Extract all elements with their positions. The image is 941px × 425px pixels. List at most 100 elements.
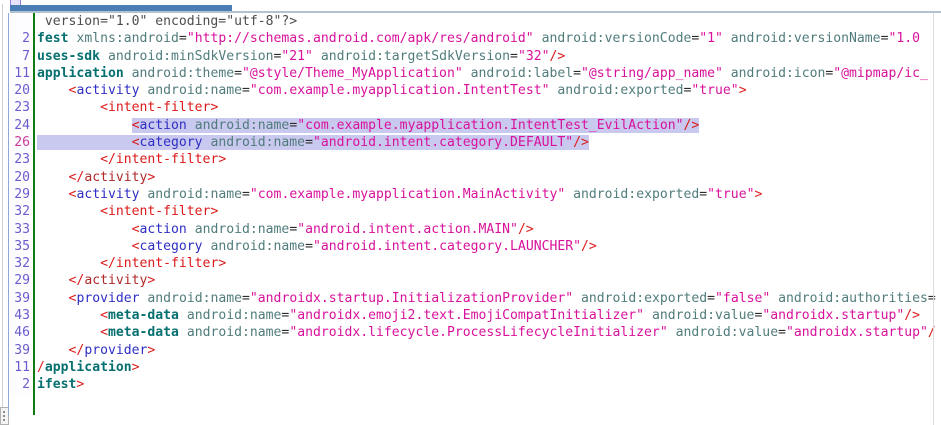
code-line[interactable]: ifest> <box>37 376 941 393</box>
token: "@string/app_name" <box>581 66 723 81</box>
token: /> <box>904 308 920 323</box>
token <box>37 222 132 237</box>
token: = <box>699 187 707 202</box>
line-number[interactable]: 43 <box>9 307 32 324</box>
token: activity <box>84 170 147 185</box>
token: android:value <box>676 325 778 340</box>
token: "androidx.startup" <box>786 325 928 340</box>
token: version="1.0" encoding="utf-8"?> <box>37 14 297 29</box>
token: = <box>707 291 715 306</box>
code-line[interactable]: <intent-filter> <box>37 203 941 220</box>
selected-token: android:name <box>195 118 290 133</box>
line-number[interactable]: 20 <box>9 82 32 99</box>
token: "androidx.lifecycle.ProcessLifecycleInit… <box>289 325 667 340</box>
token: "android.intent.category.LAUNCHER" <box>313 239 581 254</box>
line-number[interactable]: 32 <box>9 255 32 272</box>
line-number[interactable]: 2 <box>9 30 32 47</box>
token <box>37 273 69 288</box>
line-number[interactable]: 11 <box>9 359 32 376</box>
token: "1.0 <box>888 31 920 46</box>
token: application <box>37 66 124 81</box>
line-number[interactable]: 32 <box>9 203 32 220</box>
token: /> <box>518 222 534 237</box>
token: < <box>132 239 140 254</box>
gutter-line-numbers[interactable]: 271120232426232029323335322939434639112 <box>9 13 32 394</box>
code-line[interactable]: <intent-filter> <box>37 99 941 116</box>
code-area[interactable]: version="1.0" encoding="utf-8"?>fest xml… <box>37 13 941 425</box>
scrollbar-track[interactable] <box>933 13 934 425</box>
token <box>37 100 100 115</box>
line-number[interactable]: 23 <box>9 99 32 116</box>
token: = <box>242 291 250 306</box>
selected-token <box>187 118 195 133</box>
token: "true" <box>707 187 754 202</box>
code-line[interactable]: </activity> <box>37 169 941 186</box>
line-number[interactable]: 11 <box>9 65 32 82</box>
token: android:theme <box>132 66 234 81</box>
line-number[interactable]: 33 <box>9 221 32 238</box>
token: = <box>234 66 242 81</box>
code-line[interactable]: <activity android:name="com.example.myap… <box>37 82 941 99</box>
code-line[interactable]: <action android:name="android.intent.act… <box>37 221 941 238</box>
token: </ <box>69 343 85 358</box>
code-line[interactable]: </intent-filter> <box>37 255 941 272</box>
line-number[interactable] <box>9 13 32 30</box>
token <box>37 187 69 202</box>
token: provider <box>84 343 147 358</box>
token: android:name <box>147 291 242 306</box>
line-number[interactable]: 39 <box>9 290 32 307</box>
token <box>37 325 100 340</box>
line-number[interactable]: 2 <box>9 376 32 393</box>
token: = <box>573 66 581 81</box>
token: android:exported <box>557 83 683 98</box>
token <box>723 66 731 81</box>
code-line[interactable]: <category android:name="android.intent.c… <box>37 134 941 151</box>
token: android:value <box>652 308 754 323</box>
line-number[interactable]: 23 <box>9 151 32 168</box>
line-number[interactable]: 46 <box>9 324 32 341</box>
token: activity <box>84 273 147 288</box>
token: /> <box>549 49 565 64</box>
token <box>565 187 573 202</box>
line-number[interactable]: 29 <box>9 272 32 289</box>
token: = <box>305 239 313 254</box>
line-number[interactable]: 26 <box>9 134 32 151</box>
code-line[interactable]: version="1.0" encoding="utf-8"?> <box>37 13 941 30</box>
token <box>463 66 471 81</box>
code-line[interactable]: <activity android:name="com.example.myap… <box>37 186 941 203</box>
code-line[interactable]: <provider android:name="androidx.startup… <box>37 290 941 307</box>
code-line[interactable]: </provider> <box>37 342 941 359</box>
line-number[interactable]: 39 <box>9 342 32 359</box>
code-line[interactable]: uses-sdk android:minSdkVersion="21" andr… <box>37 48 941 65</box>
line-number[interactable]: 7 <box>9 48 32 65</box>
code-line[interactable]: </intent-filter> <box>37 151 941 168</box>
token: application <box>45 360 132 375</box>
selected-token: "android.intent.category.DEFAULT" <box>313 135 573 150</box>
token: "32" <box>518 49 550 64</box>
token: "android.intent.action.MAIN" <box>297 222 518 237</box>
code-line[interactable]: </activity> <box>37 272 941 289</box>
token: > <box>147 273 155 288</box>
code-line[interactable]: <meta-data android:name="androidx.lifecy… <box>37 324 941 341</box>
token: "com.example.myapplication.IntentTest" <box>250 83 550 98</box>
token <box>37 239 132 254</box>
token: </ <box>69 273 85 288</box>
line-number[interactable]: 24 <box>9 117 32 134</box>
line-number[interactable]: 20 <box>9 169 32 186</box>
token: uses-sdk <box>37 49 100 64</box>
line-number[interactable]: 29 <box>9 186 32 203</box>
token: = <box>510 49 518 64</box>
token: "false" <box>715 291 770 306</box>
code-line[interactable]: fest xmlns:android="http://schemas.andro… <box>37 30 941 47</box>
token: = <box>778 325 786 340</box>
code-line[interactable]: <meta-data android:name="androidx.emoji2… <box>37 307 941 324</box>
token <box>187 222 195 237</box>
token: android:name <box>210 239 305 254</box>
code-line[interactable]: <category android:name="android.intent.c… <box>37 238 941 255</box>
token <box>770 291 778 306</box>
code-line[interactable]: <action android:name="com.example.myappl… <box>37 117 941 134</box>
code-line[interactable]: application android:theme="@style/Theme_… <box>37 65 941 82</box>
token: < <box>100 308 108 323</box>
line-number[interactable]: 35 <box>9 238 32 255</box>
code-line[interactable]: /application> <box>37 359 941 376</box>
